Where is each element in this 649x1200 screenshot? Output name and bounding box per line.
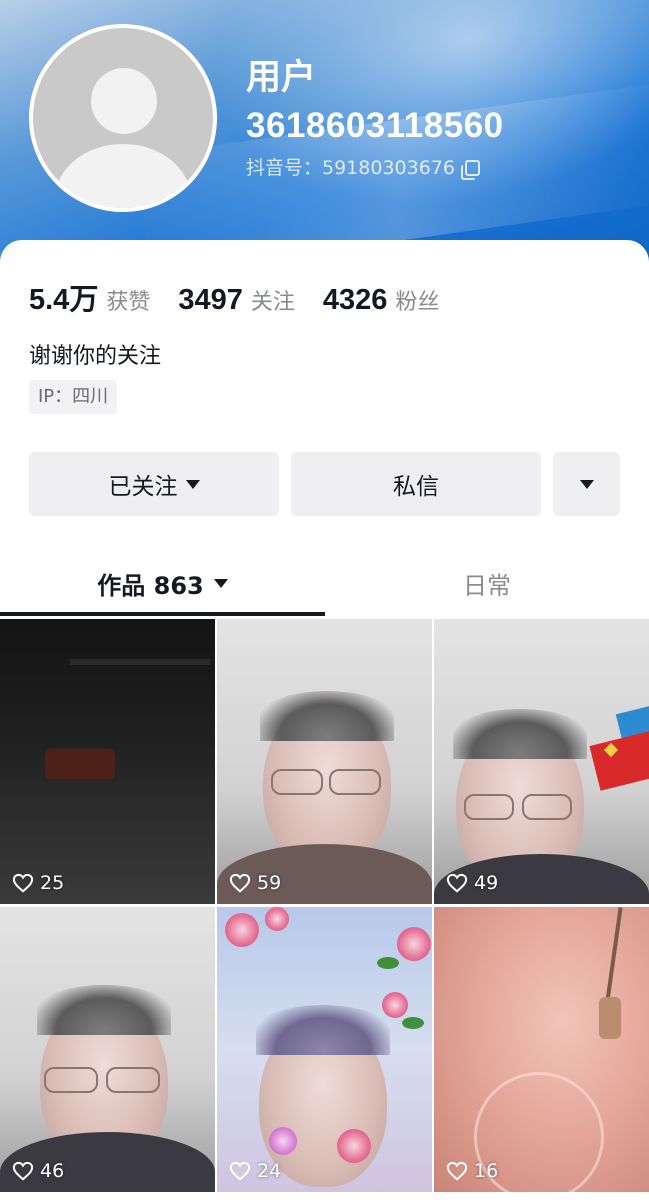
- thumbnail-glasses: [522, 794, 572, 820]
- video-likes: 16: [446, 1160, 498, 1182]
- heart-icon: [446, 873, 468, 893]
- avatar-head-shape: [91, 68, 157, 134]
- following-button-label: 已关注: [108, 474, 178, 500]
- following-button[interactable]: 已关注: [29, 452, 279, 516]
- stat-following[interactable]: 3497 关注: [178, 284, 295, 317]
- heart-icon: [12, 1161, 34, 1181]
- stat-likes-label: 获赞: [106, 290, 151, 315]
- more-actions-button[interactable]: [553, 452, 620, 516]
- tab-daily[interactable]: 日常: [325, 552, 649, 614]
- thumbnail-hair: [453, 709, 587, 759]
- thumbnail-detail: [599, 997, 621, 1039]
- douyin-id-text: 抖音号：59180303676: [246, 157, 455, 179]
- video-thumbnail[interactable]: 16: [434, 907, 649, 1192]
- message-button[interactable]: 私信: [291, 452, 541, 516]
- stat-followers-value: 4326: [322, 284, 388, 316]
- thumbnail-glasses: [271, 769, 323, 795]
- tab-daily-label: 日常: [463, 571, 511, 600]
- thumbnail-flower: [337, 1129, 371, 1163]
- content-tabs: 作品 863 日常: [0, 552, 649, 618]
- caret-down-icon: [185, 479, 200, 489]
- thumbnail-flower: [265, 907, 289, 931]
- thumbnail-detail: [45, 749, 115, 779]
- thumbnail-leaf: [377, 957, 399, 969]
- video-likes: 59: [229, 872, 281, 894]
- thumbnail-hair: [260, 691, 394, 741]
- bio-text: 谢谢你的关注: [29, 344, 162, 369]
- video-likes-count: 46: [40, 1160, 65, 1182]
- username-line1: 用户: [246, 58, 317, 97]
- tab-works[interactable]: 作品 863: [0, 552, 325, 614]
- default-avatar-icon: [33, 28, 213, 208]
- video-likes: 49: [446, 872, 498, 894]
- video-likes: 24: [229, 1160, 281, 1182]
- thumbnail-glasses: [44, 1067, 98, 1093]
- profile-stats: 5.4万 获赞 3497 关注 4326 粉丝: [29, 276, 467, 318]
- heart-icon: [229, 873, 251, 893]
- heart-icon: [446, 1161, 468, 1181]
- caret-down-icon: [579, 479, 594, 489]
- video-thumbnail[interactable]: 59: [217, 619, 432, 904]
- video-likes-count: 49: [474, 872, 499, 894]
- thumbnail-glasses: [106, 1067, 160, 1093]
- stat-likes[interactable]: 5.4万 获赞: [29, 276, 150, 318]
- video-thumbnail[interactable]: 46: [0, 907, 215, 1192]
- avatar[interactable]: [29, 24, 217, 212]
- video-thumbnail[interactable]: 25: [0, 619, 215, 904]
- caret-down-icon: [213, 578, 228, 588]
- stat-likes-value: 5.4万: [29, 284, 99, 316]
- video-thumbnail[interactable]: 24: [217, 907, 432, 1192]
- heart-icon: [12, 873, 34, 893]
- copy-icon[interactable]: [460, 160, 480, 180]
- video-likes-count: 59: [257, 872, 282, 894]
- video-likes-count: 24: [257, 1160, 282, 1182]
- avatar-body-shape: [55, 144, 191, 208]
- thumbnail-flower: [397, 927, 431, 961]
- stat-followers[interactable]: 4326 粉丝: [323, 284, 440, 317]
- thumbnail-detail: [605, 907, 623, 1002]
- video-likes: 46: [12, 1160, 64, 1182]
- douyin-id[interactable]: 抖音号：59180303676: [246, 156, 480, 180]
- thumbnail-flower: [269, 1127, 297, 1155]
- thumbnail-flower: [382, 992, 408, 1018]
- video-thumbnail[interactable]: 49: [434, 619, 649, 904]
- active-tab-indicator: [0, 612, 325, 616]
- thumbnail-flower: [225, 913, 259, 947]
- message-button-label: 私信: [393, 474, 439, 500]
- tab-works-label: 作品 863: [97, 571, 204, 600]
- stat-following-label: 关注: [250, 290, 295, 315]
- thumbnail-detail: [70, 659, 210, 665]
- thumbnail-flag: [589, 729, 649, 791]
- thumbnail-hair: [37, 985, 171, 1035]
- video-likes: 25: [12, 872, 64, 894]
- thumbnail-leaf: [402, 1017, 424, 1029]
- video-likes-count: 16: [474, 1160, 499, 1182]
- video-likes-count: 25: [40, 872, 65, 894]
- username-line2: 3618603118560: [246, 106, 504, 145]
- thumbnail-hair: [256, 1005, 390, 1055]
- thumbnail-glasses: [464, 794, 514, 820]
- thumbnail-glasses: [329, 769, 381, 795]
- stat-followers-label: 粉丝: [395, 290, 440, 315]
- stat-following-value: 3497: [178, 284, 243, 316]
- ip-location-badge: IP：四川: [29, 380, 118, 414]
- heart-icon: [229, 1161, 251, 1181]
